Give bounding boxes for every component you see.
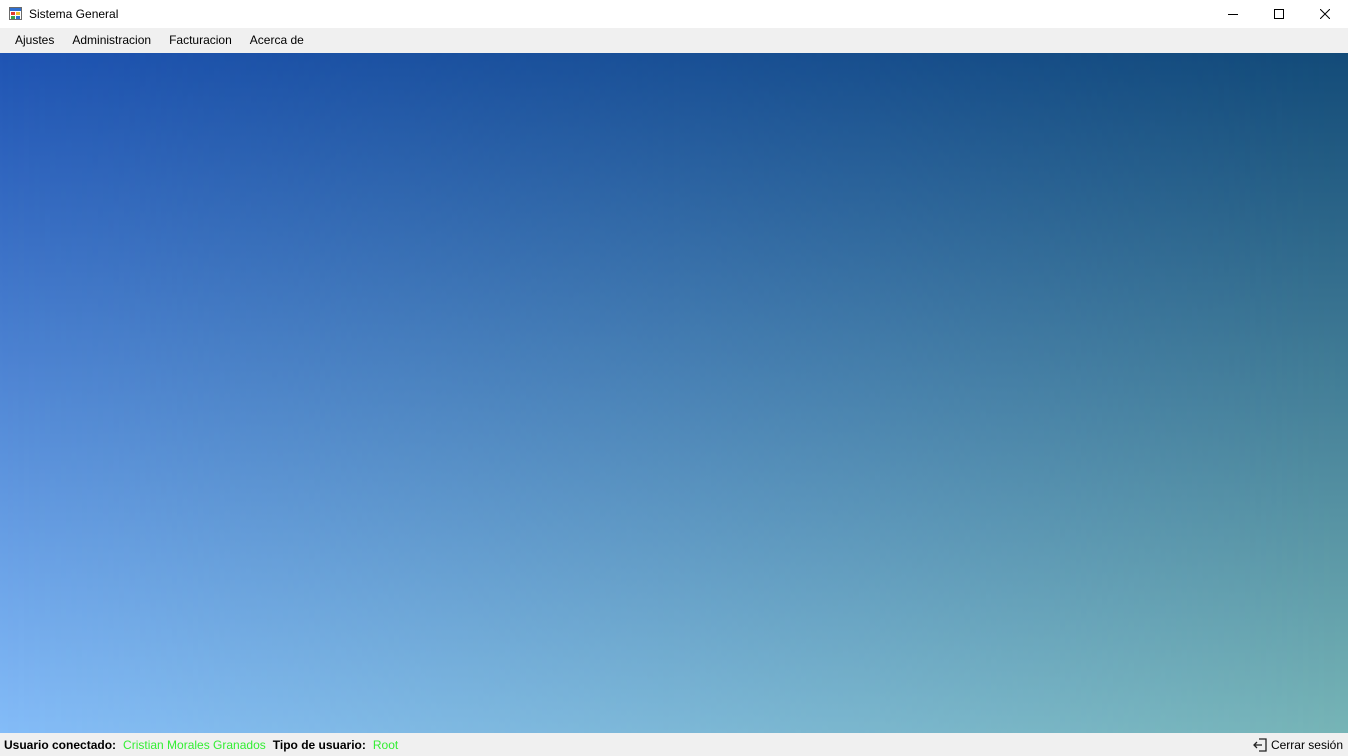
minimize-icon (1228, 14, 1238, 15)
main-background-area (0, 53, 1348, 733)
status-bar: Usuario conectado: Cristian Morales Gran… (0, 733, 1348, 756)
main-window: Sistema General Ajustes Administracion F… (0, 0, 1348, 756)
minimize-button[interactable] (1210, 0, 1256, 28)
title-bar[interactable]: Sistema General (0, 0, 1348, 28)
menu-administracion[interactable]: Administracion (63, 29, 160, 51)
maximize-icon (1274, 9, 1284, 19)
form-icon (9, 7, 22, 20)
status-info: Usuario conectado: Cristian Morales Gran… (0, 738, 405, 752)
window-title: Sistema General (29, 7, 119, 21)
logout-label: Cerrar sesión (1270, 737, 1343, 752)
maximize-button[interactable] (1256, 0, 1302, 28)
user-type-value: Root (372, 737, 399, 752)
menu-bar: Ajustes Administracion Facturacion Acerc… (0, 28, 1348, 53)
menu-facturacion[interactable]: Facturacion (160, 29, 241, 51)
close-button[interactable] (1302, 0, 1348, 28)
logout-icon (1253, 737, 1267, 752)
window-controls (1210, 0, 1348, 28)
menu-acerca-de[interactable]: Acerca de (241, 29, 313, 51)
logout-button[interactable]: Cerrar sesión (1253, 733, 1343, 756)
user-value: Cristian Morales Granados (123, 737, 266, 752)
close-icon (1320, 9, 1330, 19)
user-type-label: Tipo de usuario: (272, 737, 366, 752)
menu-ajustes[interactable]: Ajustes (6, 29, 63, 51)
user-label: Usuario conectado: (4, 737, 117, 752)
background-shade (0, 53, 1348, 733)
